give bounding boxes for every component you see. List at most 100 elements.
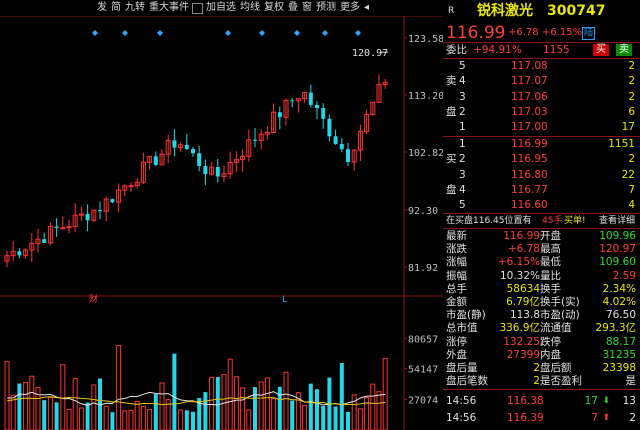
- candle-body: [253, 139, 257, 141]
- buy-level-5[interactable]: 5 116.60 4: [443, 199, 640, 212]
- finance-marker[interactable]: 财: [89, 293, 98, 305]
- toolbar-item-6[interactable]: 复权: [262, 1, 286, 15]
- volume-bar: [85, 402, 90, 430]
- toolbar-sep-icon: [192, 2, 203, 14]
- volume-bar: [103, 405, 109, 430]
- event-marker-icon[interactable]: [294, 30, 300, 36]
- sell-level-2[interactable]: 盘 2 117.03 6: [443, 106, 640, 119]
- price-axis-label: 113.20: [408, 91, 443, 102]
- stat-value: 109.96: [599, 230, 636, 242]
- volume-bar: [10, 395, 16, 430]
- buy-level-2[interactable]: 买 2 116.95 2: [443, 153, 640, 166]
- order-alert: 在买盘116.45位置有 45手 买单! 查看详细: [443, 215, 640, 228]
- event-marker-icon[interactable]: [157, 30, 163, 36]
- l-marker[interactable]: L: [282, 295, 287, 305]
- stat-value: 2.34%: [602, 282, 636, 295]
- stat-label: 流通值: [540, 322, 572, 335]
- weibi-ratio: +94.91%: [473, 44, 522, 56]
- stat-label: 涨跌: [446, 243, 467, 256]
- alert-text: 在买盘116.45位置有: [446, 216, 532, 226]
- candle-body: [128, 185, 134, 188]
- level-price: 117.03: [511, 105, 548, 118]
- toolbar-item-4[interactable]: 加自选: [204, 1, 238, 15]
- stat-label: 盘后量: [446, 362, 478, 374]
- level-price: 117.06: [511, 90, 548, 103]
- level-num: 1: [459, 138, 466, 150]
- volume-axis-label: 27074: [408, 395, 438, 406]
- high-annotation: 120.97: [352, 48, 388, 59]
- volume-bar: [290, 400, 295, 430]
- event-marker-icon[interactable]: [355, 30, 361, 36]
- level-volume: 4: [628, 199, 635, 212]
- volume-bar: [333, 406, 338, 430]
- volume-bar: [72, 377, 78, 430]
- buy-level-4[interactable]: 盘 4 116.77 7: [443, 184, 640, 197]
- candle-body: [184, 144, 189, 149]
- toolbar-item-9[interactable]: 预测: [314, 1, 338, 15]
- volume-bar: [233, 376, 239, 430]
- volume-bar: [346, 411, 350, 430]
- sell-level-1[interactable]: 1 117.00 17: [443, 121, 640, 134]
- stat-value: 76.50: [605, 309, 636, 322]
- candle-body: [172, 140, 177, 148]
- level-num: 5: [459, 60, 466, 72]
- stat-label: 振幅: [446, 269, 467, 282]
- volume-bar: [178, 409, 184, 430]
- stat-value: 2: [533, 362, 540, 374]
- event-marker-icon[interactable]: [322, 30, 328, 36]
- price-axis-label: 92.30: [408, 206, 438, 217]
- sell-level-4[interactable]: 卖 4 117.07 2: [443, 75, 640, 88]
- toolbar-item-10[interactable]: 更多: [338, 1, 362, 15]
- stock-header: R 锐科激光 300747: [443, 3, 640, 19]
- price-line: 116.99 +6.78 +6.15% 陆: [443, 24, 640, 42]
- candle-body: [308, 92, 313, 105]
- stat-label: 盘后额: [540, 362, 572, 374]
- volume-bar: [29, 375, 35, 430]
- level-volume: 2: [628, 60, 635, 72]
- volume-bar: [4, 361, 10, 430]
- candle-body: [327, 118, 332, 137]
- stat-label: 开盘: [540, 230, 561, 242]
- collapse-arrow-icon[interactable]: ◂: [362, 1, 371, 15]
- candle-body: [60, 227, 66, 230]
- stat-value: 109.60: [599, 256, 636, 269]
- toolbar-item-7[interactable]: 叠: [286, 1, 300, 15]
- level-num: 3: [459, 168, 466, 181]
- volume-bar: [215, 377, 220, 430]
- candle-body: [203, 166, 208, 175]
- buy-level-3[interactable]: 3 116.80 22: [443, 169, 640, 182]
- stat-value: 4.02%: [602, 296, 636, 308]
- event-marker-icon[interactable]: [92, 30, 98, 36]
- toolbar-item-3[interactable]: 重大事件: [147, 1, 191, 15]
- tick-volume: 7: [591, 412, 598, 424]
- event-marker-icon[interactable]: [225, 30, 231, 36]
- stat-value: 6.79亿: [506, 296, 540, 308]
- toolbar-item-5[interactable]: 均线: [238, 1, 262, 15]
- level-num: 4: [459, 75, 466, 88]
- toolbar-item-2[interactable]: 九转: [123, 1, 147, 15]
- stat-label: 量比: [540, 269, 561, 282]
- view-detail-link[interactable]: 查看详细: [599, 215, 635, 228]
- volume-bar: [240, 387, 246, 430]
- stat-label: 内盘: [540, 348, 561, 361]
- buy-level-1[interactable]: 1 116.99 1151: [443, 138, 640, 151]
- event-marker-icon[interactable]: [259, 30, 265, 36]
- toolbar-item-0[interactable]: 发: [95, 1, 109, 15]
- buy-button[interactable]: 买: [593, 44, 609, 56]
- tick-time: 14:56: [446, 412, 477, 424]
- toolbar-item-1[interactable]: 简: [109, 1, 123, 15]
- stat-label: 外盘: [446, 348, 467, 361]
- stat-row: 振幅 10.32% 量比 2.59: [443, 270, 640, 283]
- sell-button[interactable]: 卖: [616, 44, 632, 56]
- toolbar-item-8[interactable]: 窗: [300, 1, 314, 15]
- event-marker-icon[interactable]: [122, 30, 128, 36]
- stat-value: 31235: [602, 348, 636, 361]
- volume-bar: [140, 405, 146, 430]
- kline-chart[interactable]: 123.58 113.20 102.82 92.30 81.92 80657 54147 27…: [0, 16, 443, 430]
- candle-body: [98, 210, 102, 212]
- level-price: 117.07: [511, 75, 548, 88]
- sell-level-5[interactable]: 5 117.08 2: [443, 60, 640, 73]
- candle-body: [191, 148, 195, 154]
- stat-label: 市盈(静): [446, 309, 486, 322]
- sell-level-3[interactable]: 3 117.06 2: [443, 91, 640, 104]
